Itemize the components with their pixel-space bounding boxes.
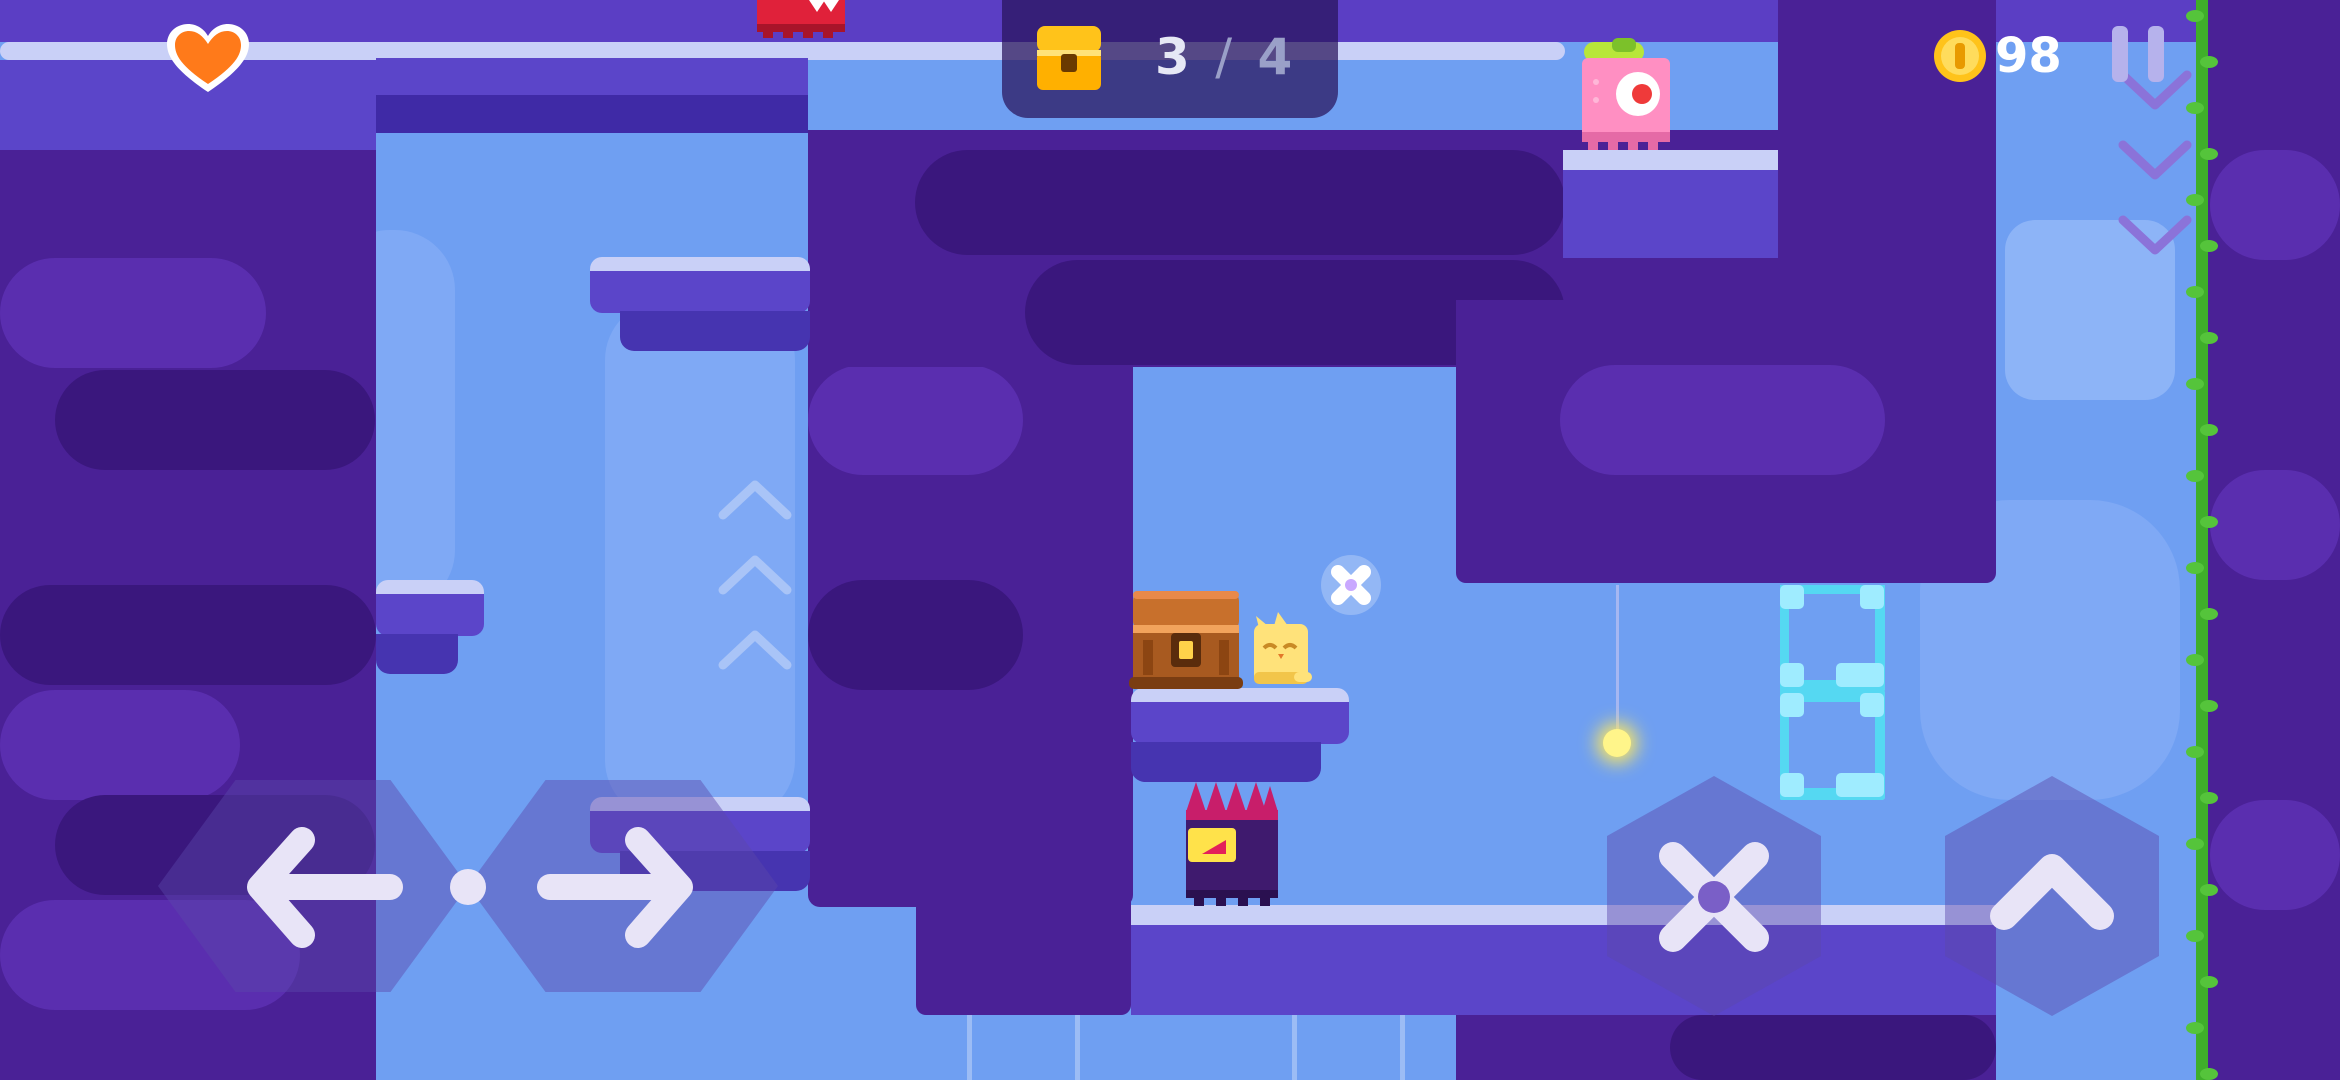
chest-counter-text: 3 / 4 [1155, 28, 1296, 86]
ledge-under [1131, 742, 1321, 782]
wall-blob [0, 690, 240, 800]
wall-blob [0, 585, 376, 685]
vine-leaf [2186, 930, 2204, 942]
ledge-under [376, 634, 458, 674]
wall-blob [1560, 365, 1885, 475]
water-line [1075, 1015, 1080, 1080]
vine-leaf [2200, 1068, 2218, 1080]
vine-leaf [2186, 194, 2204, 206]
vine-leaf [2200, 332, 2218, 344]
pause-icon[interactable] [2112, 26, 2168, 82]
vine-leaf [2200, 884, 2218, 896]
down-hint-arrows [2118, 70, 2192, 255]
upper-ledge-under [376, 95, 808, 133]
chests-collected: 3 [1155, 28, 1194, 86]
pink-block-enemy [1582, 38, 1670, 150]
vine-leaf [2186, 654, 2204, 666]
vine-leaf [2186, 1022, 2204, 1034]
vine-leaf [2186, 378, 2204, 390]
chests-total: 4 [1257, 28, 1297, 86]
vine-leaf [2200, 516, 2218, 528]
green-vine[interactable] [2196, 0, 2208, 1080]
sparkle-pickup[interactable] [1316, 550, 1386, 620]
dpad-center-dot [450, 869, 486, 905]
center-wall-lower [916, 700, 1131, 1015]
wall-blob [808, 580, 1023, 690]
pink-enemy-ledge [1563, 150, 1778, 258]
vine-leaf [2186, 746, 2204, 758]
vine-leaf [2186, 10, 2204, 22]
arrow-left-icon [247, 827, 403, 948]
ledge [376, 580, 484, 636]
wall-blob [2210, 150, 2340, 260]
vine-leaf [2200, 424, 2218, 436]
wall-blob [2210, 470, 2340, 580]
vine-leaf [2200, 148, 2218, 160]
up-hint-arrows [718, 480, 792, 670]
wall-blob [2210, 800, 2340, 910]
gold-coin-icon [1934, 30, 1986, 82]
wall-blob [0, 258, 266, 368]
vine-leaf [2186, 562, 2204, 574]
cyan-toggle-blocks [1780, 585, 1885, 800]
water-line [1400, 1015, 1405, 1080]
vine-leaf [2200, 240, 2218, 252]
vine-leaf [2186, 470, 2204, 482]
upper-ledge [376, 58, 808, 98]
treasure-chest[interactable] [1127, 585, 1245, 691]
lamp-cord [1616, 585, 1619, 735]
coin-counter: 98 [1995, 28, 2062, 84]
wall-blob [1670, 1015, 1996, 1080]
chests-separator: / [1215, 28, 1237, 86]
vine-leaf [2200, 608, 2218, 620]
vine-leaf [2200, 976, 2218, 988]
heart-icon [167, 24, 249, 92]
water-line [1292, 1015, 1297, 1080]
vine-leaf [2186, 286, 2204, 298]
treasure-chest-icon [1037, 26, 1101, 90]
wall-blob [915, 150, 1565, 255]
ground-floor [1131, 905, 1996, 1015]
ledge [590, 257, 810, 313]
hanging-lamp [1603, 729, 1631, 757]
chest-ledge [1131, 688, 1349, 744]
red-block-enemy [757, 0, 845, 38]
arrow-right-icon [537, 827, 693, 948]
water-line [967, 1015, 972, 1080]
ledge-under [620, 311, 810, 351]
wall-blob [55, 370, 375, 470]
player-cat [1254, 612, 1312, 684]
x-action-icon [1659, 842, 1769, 952]
vine-leaf [2200, 700, 2218, 712]
vine-leaf [2200, 792, 2218, 804]
wall-blob [808, 365, 1023, 475]
vine-leaf [2186, 838, 2204, 850]
chevron-up-icon [1990, 854, 2114, 930]
vine-leaf [2200, 56, 2218, 68]
spiky-block-enemy [1186, 782, 1278, 906]
vine-leaf [2186, 102, 2204, 114]
